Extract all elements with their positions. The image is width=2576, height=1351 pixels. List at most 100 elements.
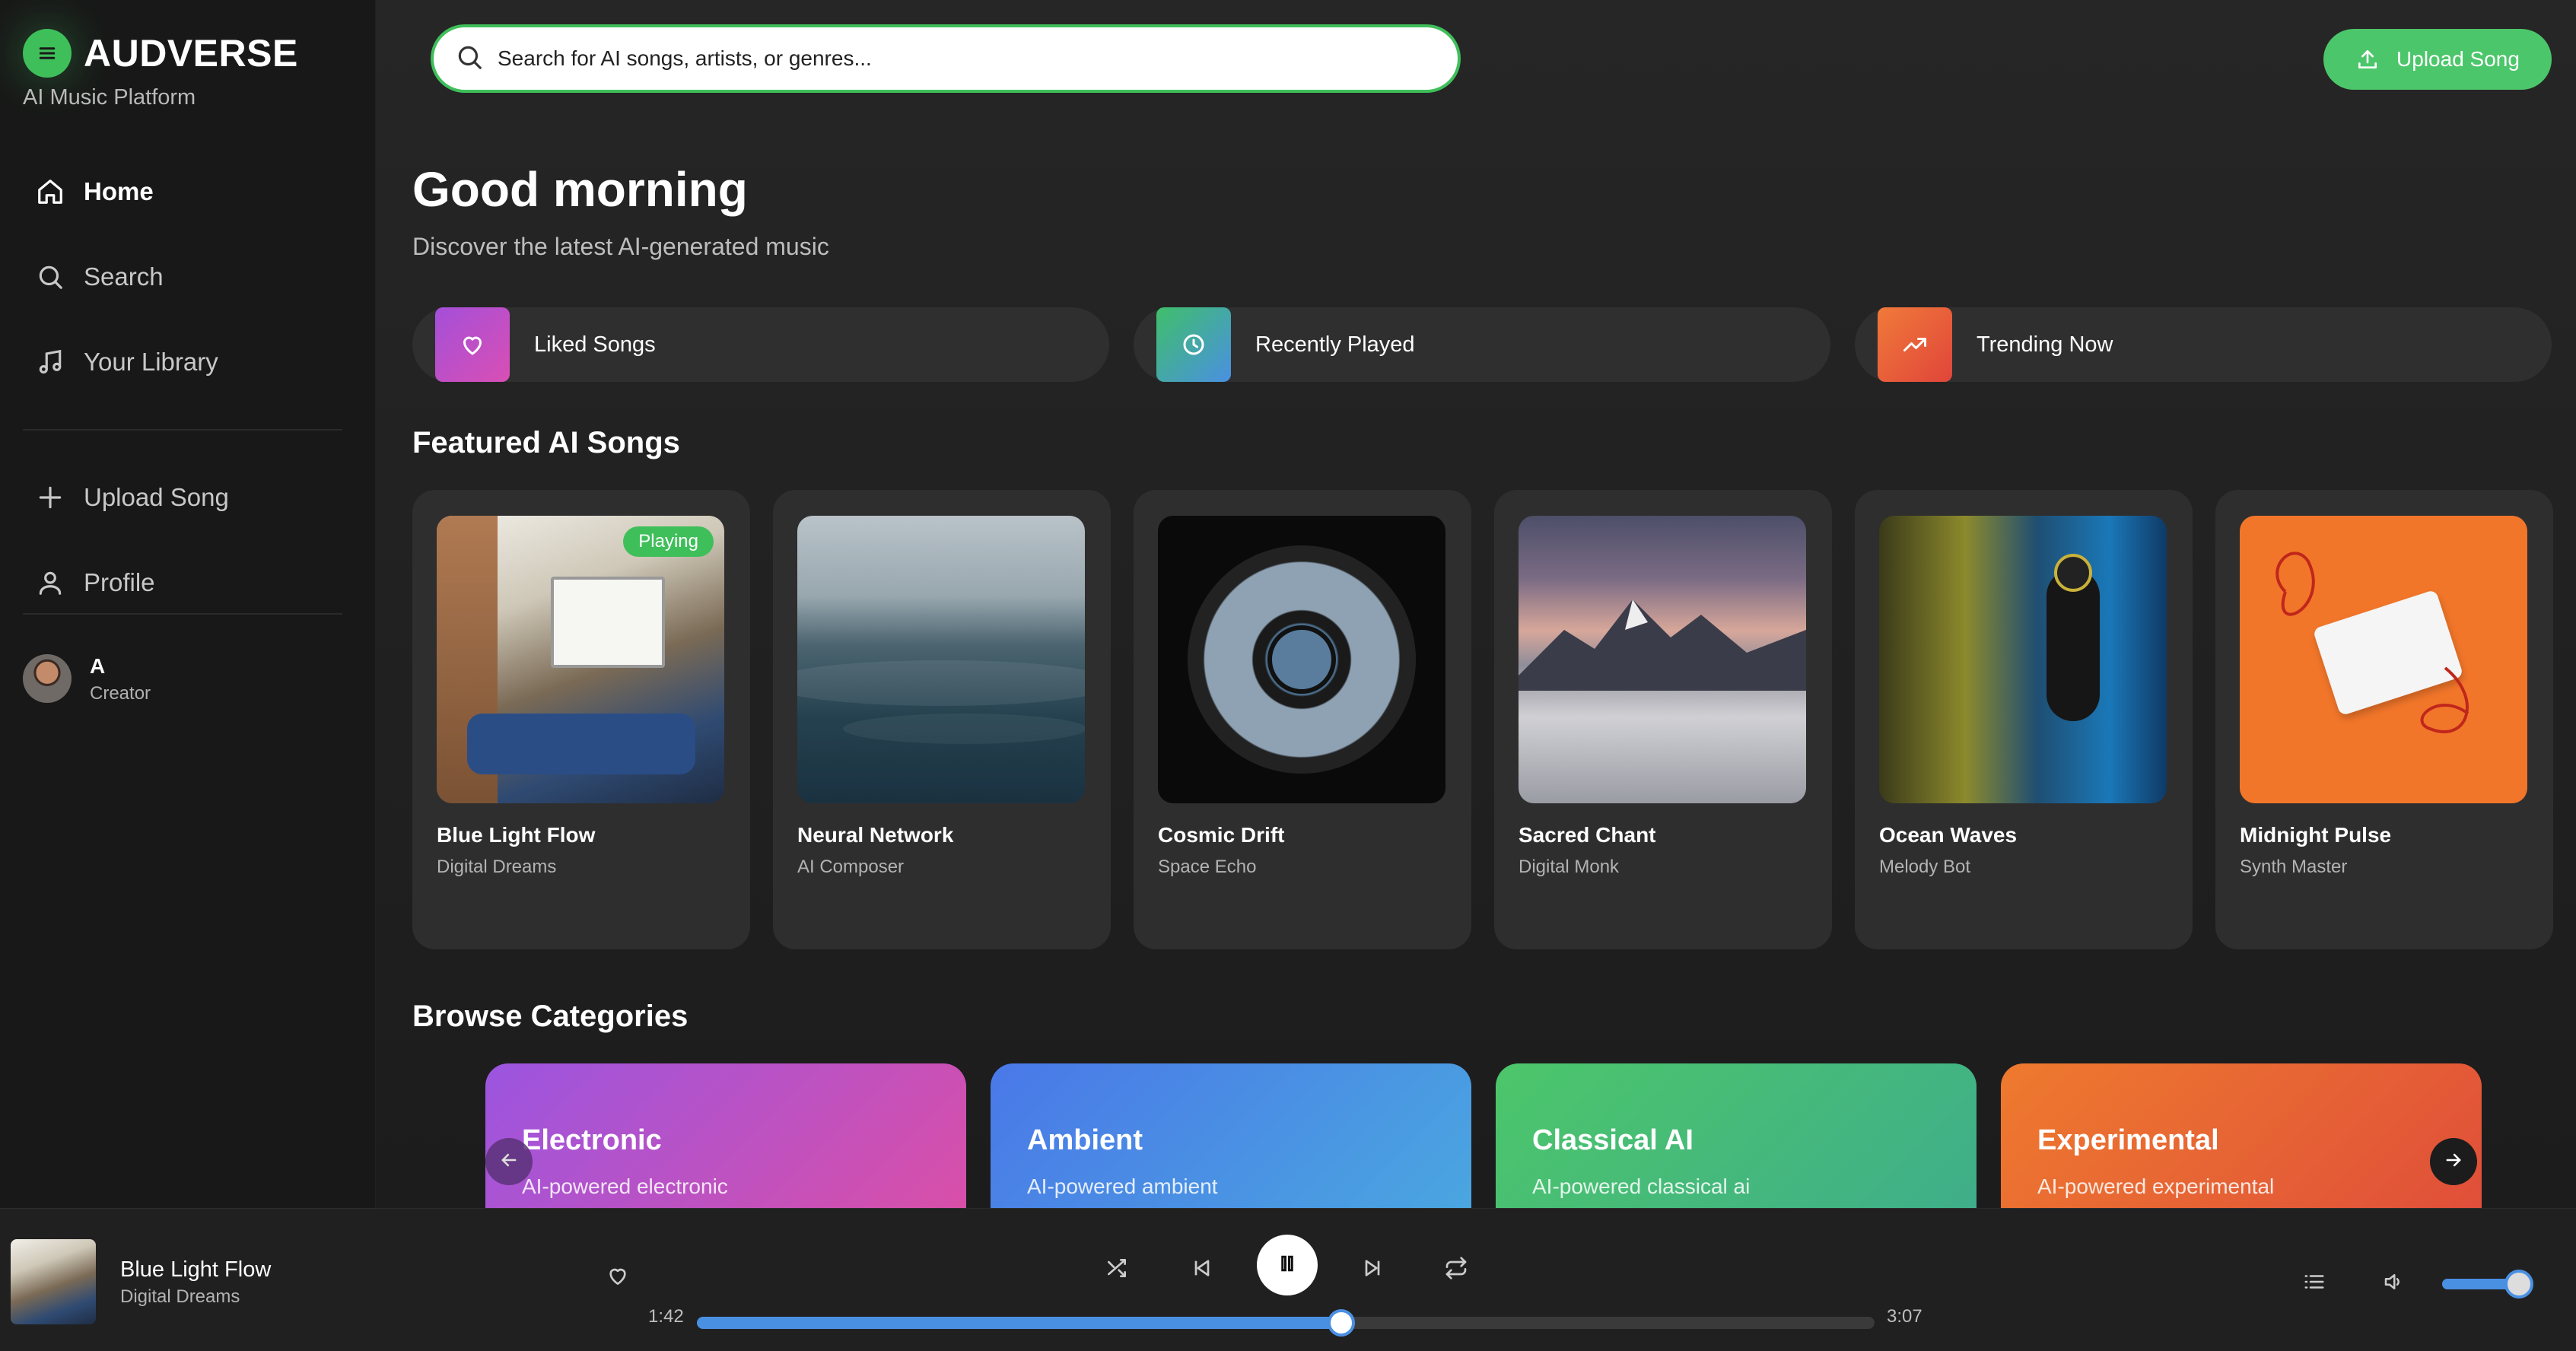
song-title: Neural Network — [797, 823, 954, 847]
song-artist: Digital Dreams — [437, 857, 557, 877]
avatar — [23, 654, 72, 703]
volume-icon — [2382, 1270, 2405, 1297]
song-title: Midnight Pulse — [2240, 823, 2392, 847]
category-desc: AI-powered ambient — [1027, 1175, 1218, 1198]
pause-button[interactable] — [1257, 1235, 1318, 1295]
album-art — [2240, 516, 2527, 803]
progress-bar[interactable] — [697, 1309, 1875, 1337]
upload-song-button[interactable]: Upload Song — [2323, 29, 2552, 90]
category-card-experimental[interactable]: Experimental AI-powered experimental — [2001, 1063, 2482, 1208]
list-icon — [2303, 1270, 2326, 1297]
volume-button[interactable] — [2372, 1262, 2415, 1305]
next-button[interactable] — [1351, 1248, 1394, 1291]
album-art — [1879, 516, 2167, 803]
sidebar-item-search[interactable]: Search — [33, 254, 164, 300]
category-desc: AI-powered electronic — [522, 1175, 728, 1198]
song-artist: Synth Master — [2240, 857, 2348, 877]
pause-icon — [1276, 1252, 1299, 1279]
playing-badge: Playing — [623, 526, 714, 557]
user-profile[interactable]: A Creator — [23, 654, 151, 704]
now-playing-art — [11, 1239, 96, 1324]
menu-icon[interactable] — [23, 29, 72, 78]
album-art — [797, 516, 1085, 803]
plus-icon — [33, 481, 67, 514]
user-name: A — [90, 654, 106, 678]
music-note-icon — [33, 345, 67, 379]
queue-button[interactable] — [2293, 1262, 2336, 1305]
arrow-left-icon — [498, 1149, 520, 1175]
trending-up-icon — [1878, 307, 1952, 382]
category-desc: AI-powered experimental — [2037, 1175, 2275, 1198]
search-input[interactable] — [498, 46, 1334, 71]
shuffle-button[interactable] — [1096, 1248, 1138, 1291]
volume-slider[interactable] — [2442, 1270, 2533, 1299]
upload-icon — [2355, 47, 2380, 72]
sidebar-item-upload-song[interactable]: Upload Song — [33, 475, 229, 520]
shuffle-icon — [1105, 1256, 1129, 1284]
user-role: Creator — [90, 683, 151, 704]
quick-link-trending-now[interactable]: Trending Now — [1855, 307, 2552, 382]
upload-song-label: Upload Song — [2396, 47, 2520, 71]
volume-thumb[interactable] — [2504, 1270, 2533, 1299]
category-name: Classical AI — [1532, 1124, 1693, 1156]
search-bar[interactable] — [431, 24, 1461, 93]
clock-icon — [1156, 307, 1231, 382]
song-card[interactable]: Midnight Pulse Synth Master — [2215, 490, 2553, 949]
sidebar-item-profile[interactable]: Profile — [33, 560, 155, 606]
categories-section-title: Browse Categories — [412, 1000, 689, 1033]
song-card[interactable]: Sacred Chant Digital Monk — [1494, 490, 1832, 949]
duration: 3:07 — [1887, 1306, 1922, 1327]
sidebar-item-label: Home — [84, 177, 154, 205]
heart-icon — [435, 307, 510, 382]
song-title: Sacred Chant — [1519, 823, 1656, 847]
home-icon — [33, 175, 67, 208]
song-card[interactable]: Neural Network AI Composer — [773, 490, 1111, 949]
progress-thumb[interactable] — [1327, 1309, 1355, 1337]
scroll-right-button[interactable] — [2430, 1138, 2477, 1185]
song-title: Blue Light Flow — [437, 823, 596, 847]
category-name: Electronic — [522, 1124, 662, 1156]
progress-fill — [697, 1317, 1341, 1329]
app-name: AUDVERSE — [84, 32, 298, 75]
heart-icon — [606, 1264, 630, 1292]
previous-button[interactable] — [1181, 1248, 1223, 1291]
featured-section-title: Featured AI Songs — [412, 426, 680, 459]
song-card[interactable]: Ocean Waves Melody Bot — [1855, 490, 2193, 949]
brand[interactable]: AUDVERSE — [23, 29, 298, 78]
category-card-electronic[interactable]: Electronic AI-powered electronic — [485, 1063, 966, 1208]
quick-link-label: Liked Songs — [534, 332, 656, 357]
sidebar-divider — [23, 613, 342, 615]
search-icon — [455, 43, 484, 75]
quick-link-label: Trending Now — [1977, 332, 2113, 357]
album-art — [1158, 516, 1445, 803]
category-card-classical-ai[interactable]: Classical AI AI-powered classical ai — [1496, 1063, 1977, 1208]
category-card-ambient[interactable]: Ambient AI-powered ambient — [991, 1063, 1471, 1208]
current-time: 1:42 — [648, 1306, 684, 1327]
page-title: Good morning — [412, 162, 748, 217]
player-bar: Blue Light Flow Digital Dreams 1:42 3:07 — [0, 1208, 2576, 1351]
main-content: Upload Song Good morning Discover the la… — [376, 0, 2576, 1208]
repeat-button[interactable] — [1435, 1248, 1477, 1291]
quick-link-recently-played[interactable]: Recently Played — [1134, 307, 1830, 382]
sidebar-item-home[interactable]: Home — [33, 169, 154, 215]
quick-link-label: Recently Played — [1255, 332, 1415, 357]
song-artist: Digital Monk — [1519, 857, 1620, 877]
app-tagline: AI Music Platform — [23, 85, 196, 110]
song-card[interactable]: Playing Blue Light Flow Digital Dreams — [412, 490, 750, 949]
song-card[interactable]: Cosmic Drift Space Echo — [1134, 490, 1471, 949]
sidebar-item-library[interactable]: Your Library — [33, 339, 218, 385]
category-name: Ambient — [1027, 1124, 1143, 1156]
scroll-left-button[interactable] — [485, 1138, 533, 1185]
skip-forward-icon — [1360, 1256, 1385, 1284]
sidebar: AUDVERSE AI Music Platform Home Search Y… — [0, 0, 376, 1208]
song-title: Cosmic Drift — [1158, 823, 1285, 847]
sidebar-item-label: Profile — [84, 568, 155, 596]
category-name: Experimental — [2037, 1124, 2219, 1156]
skip-back-icon — [1190, 1256, 1214, 1284]
song-title: Ocean Waves — [1879, 823, 2018, 847]
album-art — [1519, 516, 1806, 803]
quick-link-liked-songs[interactable]: Liked Songs — [412, 307, 1109, 382]
like-button[interactable] — [596, 1256, 639, 1299]
sidebar-divider — [23, 429, 342, 431]
song-artist: Melody Bot — [1879, 857, 1971, 877]
